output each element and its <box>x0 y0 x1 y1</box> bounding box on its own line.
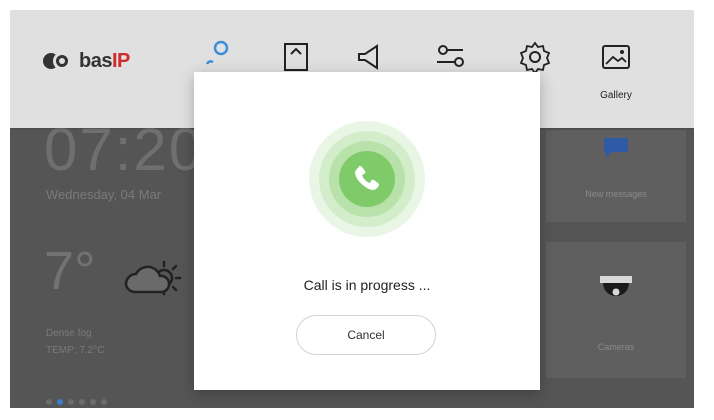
bas-ip-logo: basIP <box>43 50 130 72</box>
intercom-screen: 07:20 Wednesday, 04 Mar 7° Dense fog TEM… <box>10 10 694 408</box>
partly-cloudy-icon <box>118 250 190 310</box>
new-messages-tile[interactable]: New messages <box>546 130 686 222</box>
new-messages-label: New messages <box>585 189 647 199</box>
page-indicator <box>46 399 107 405</box>
clock-date: Wednesday, 04 Mar <box>46 187 162 202</box>
nav-item-gallery[interactable]: Gallery <box>576 40 656 120</box>
call-icon <box>205 40 229 65</box>
weather-temp-detail: TEMP: 7.2°C <box>46 345 105 356</box>
logo-text: basIP <box>79 49 130 72</box>
page-dot[interactable] <box>79 399 85 405</box>
weather-temperature: 7° <box>44 241 96 301</box>
page-dot-active[interactable] <box>57 399 63 405</box>
logo-mark-icon <box>43 52 75 70</box>
gallery-icon <box>602 45 630 69</box>
megaphone-icon <box>358 44 378 70</box>
nav-label-gallery: Gallery <box>600 90 632 101</box>
page-dot[interactable] <box>46 399 52 405</box>
page-dot[interactable] <box>90 399 96 405</box>
cameras-tile[interactable]: Cameras <box>546 242 686 378</box>
cancel-call-button[interactable]: Cancel <box>296 315 436 355</box>
camera-icon <box>600 276 632 296</box>
page-dot[interactable] <box>68 399 74 405</box>
door-icon <box>284 43 308 71</box>
toggle-icon <box>437 45 464 67</box>
weather-condition: Dense fog <box>46 328 92 339</box>
message-icon <box>604 138 628 158</box>
call-in-progress-dialog: Call is in progress ... Cancel <box>194 72 540 390</box>
gear-icon <box>519 41 551 74</box>
call-status-text: Call is in progress ... <box>303 277 431 293</box>
page-dot[interactable] <box>101 399 107 405</box>
phone-icon <box>309 121 425 237</box>
cameras-label: Cameras <box>597 342 635 352</box>
